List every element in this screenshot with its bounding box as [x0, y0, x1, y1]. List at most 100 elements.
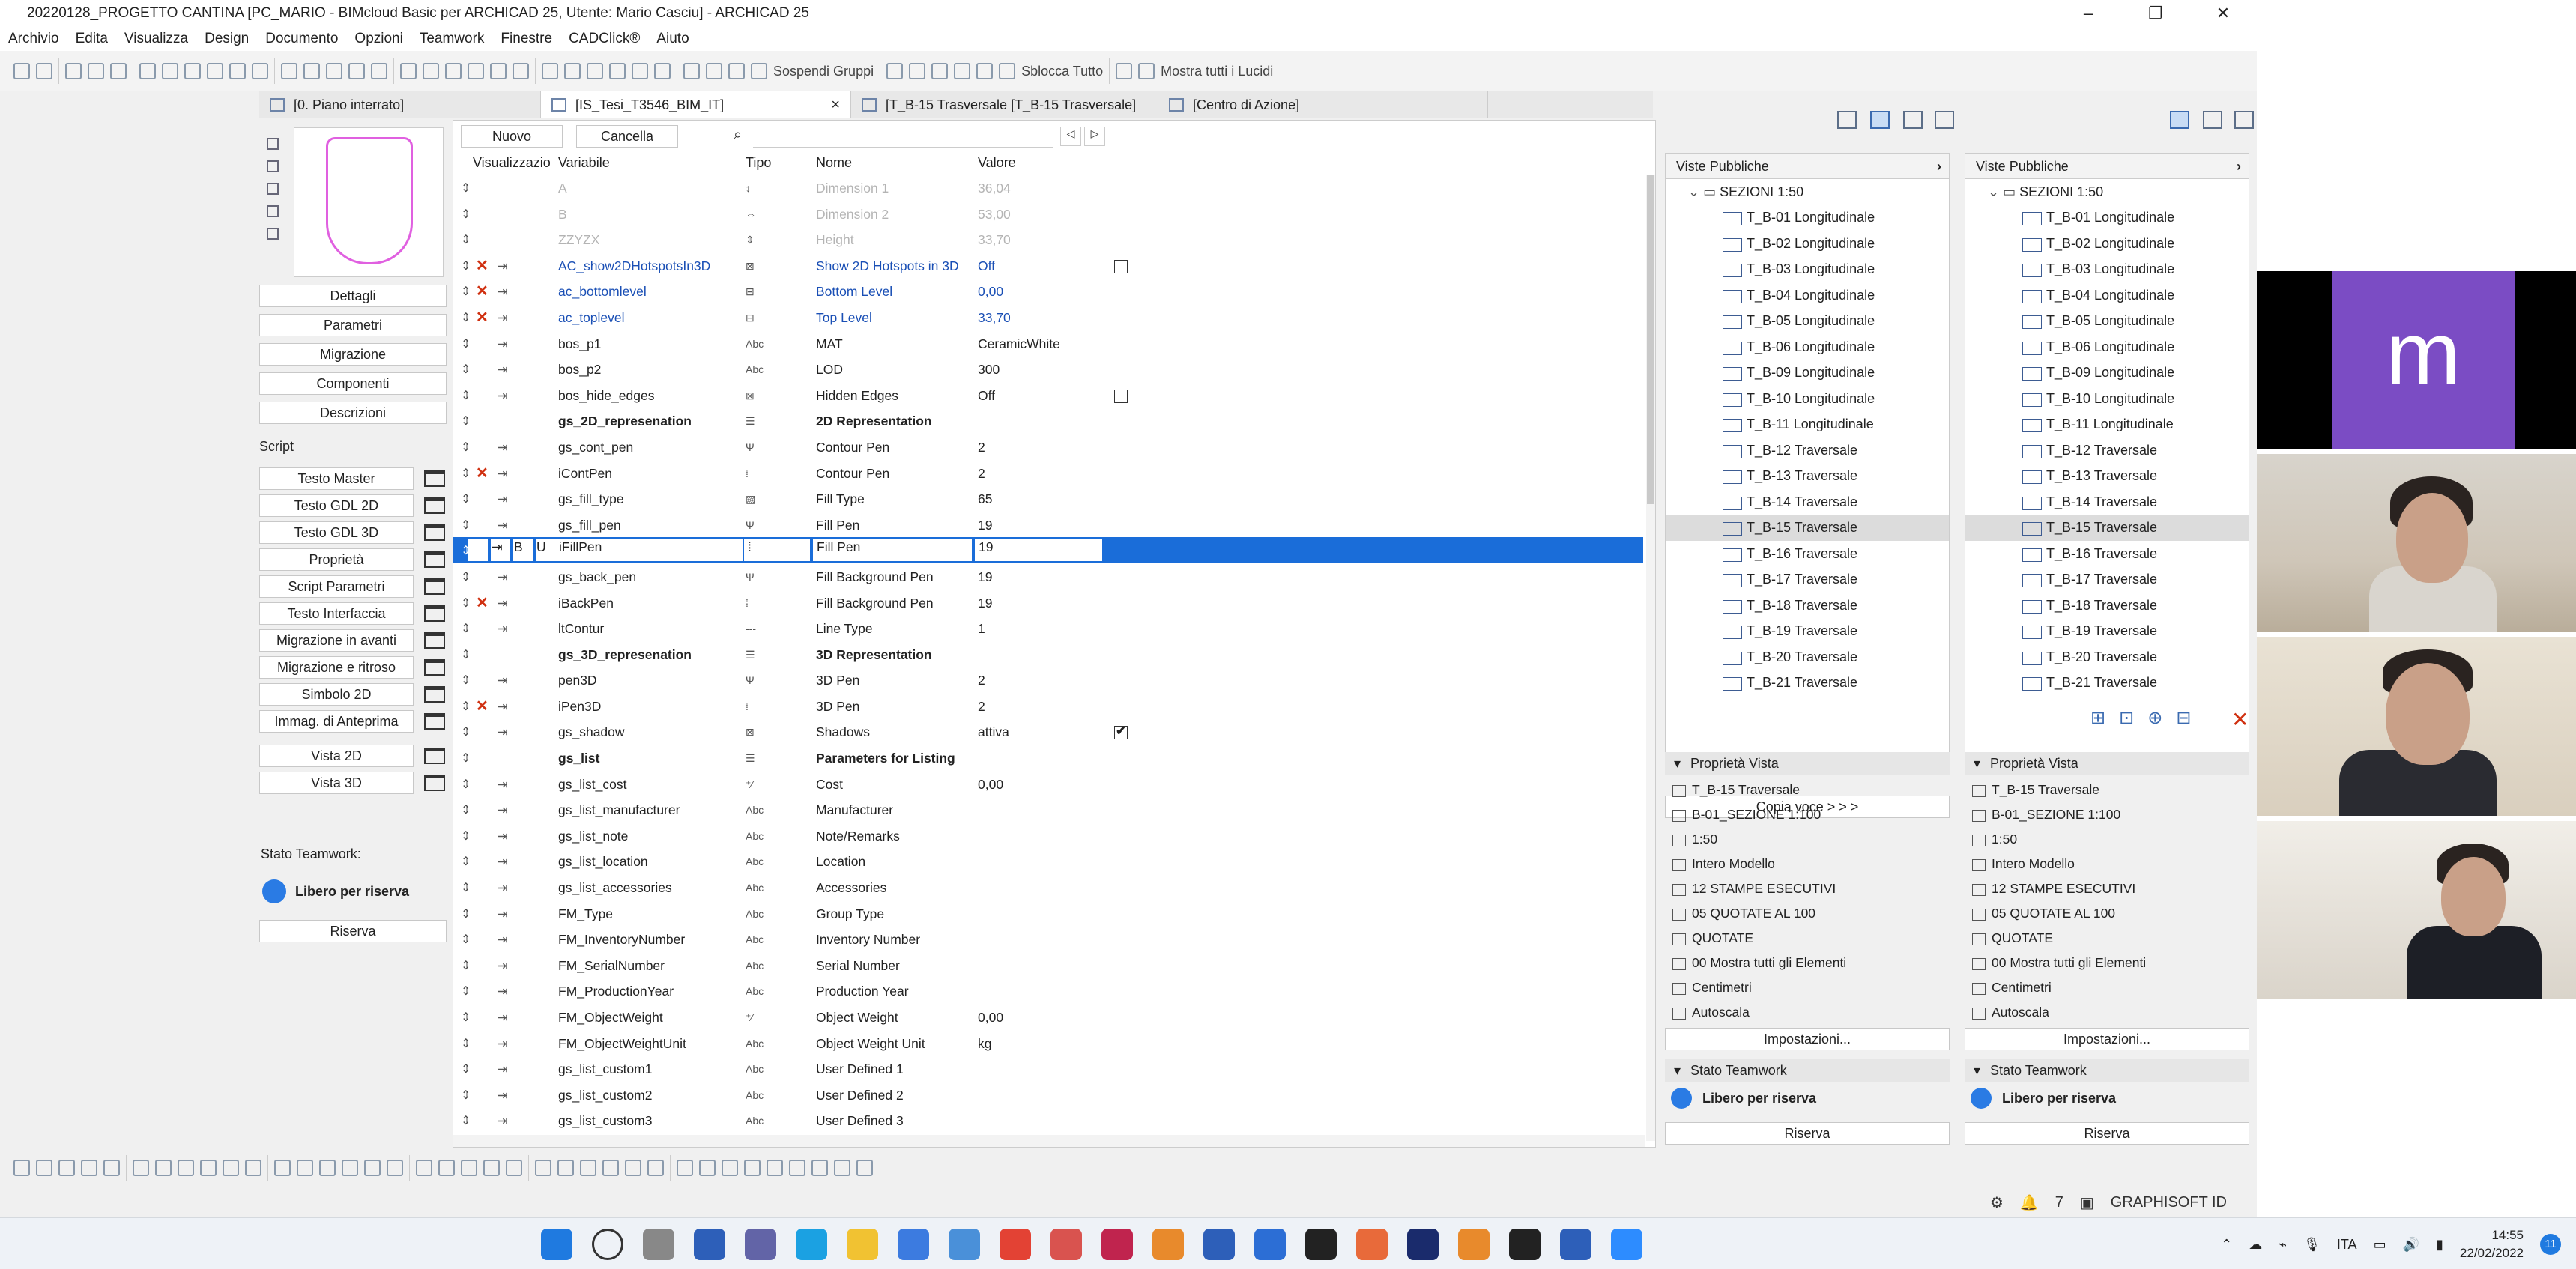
adjust-icon[interactable] — [387, 1160, 403, 1176]
view-item[interactable]: T_B-18 Traversale — [1666, 593, 1949, 619]
type-icon[interactable]: Abc — [746, 1038, 764, 1050]
view-item[interactable]: T_B-20 Traversale — [1965, 644, 2249, 670]
tab-gdl-object[interactable]: [IS_Tesi_T3546_BIM_IT] × — [541, 91, 851, 118]
view-item[interactable]: T_B-05 Longitudinale — [1666, 308, 1949, 334]
arrange-up-icon[interactable] — [909, 63, 926, 79]
parameter-name[interactable]: Show 2D Hotspots in 3D — [816, 258, 959, 274]
variable-name[interactable]: gs_list_note — [558, 829, 628, 844]
parameter-row[interactable]: ⇕ ⇥ bos_hide_edges ⊠ Hidden Edges Off — [453, 382, 1643, 408]
visibility-toggle-icon[interactable]: ⇥ — [497, 1036, 508, 1052]
parameter-row[interactable]: ⇕ ✕ ⇥ AC_show2DHotspotsIn3D ⊠ Show 2D Hotspot… — [453, 252, 1643, 279]
delete-x-icon[interactable]: ✕ — [476, 464, 489, 482]
parameter-row[interactable]: ⇕ ⇥ gs_list_location Abc Location — [453, 848, 1643, 874]
view-item[interactable]: T_B-13 Traversale — [1965, 463, 2249, 489]
parameter-row[interactable]: ⇕ ⇥ bos_p1 Abc MAT CeramicWhite — [453, 330, 1643, 357]
navigator-header[interactable]: Viste Pubbliche — [1666, 154, 1949, 179]
drag-handle-icon[interactable]: ⇕ — [461, 984, 471, 999]
publish-icon[interactable] — [609, 63, 626, 79]
publisher-icon[interactable] — [2234, 111, 2254, 129]
marquee-icon[interactable] — [88, 63, 104, 79]
resize-icon[interactable] — [483, 1160, 500, 1176]
parameters-button[interactable]: Parametri — [259, 314, 447, 336]
variable-name[interactable]: gs_list_location — [558, 854, 648, 870]
layout-book-icon[interactable] — [2203, 111, 2222, 129]
parameter-name[interactable]: Serial Number — [816, 958, 900, 974]
parameter-value[interactable]: 36,04 — [978, 181, 1011, 196]
value-input[interactable]: 19 — [975, 539, 1102, 562]
magic-wand-icon[interactable] — [58, 1160, 75, 1176]
horizontal-scrollbar[interactable] — [453, 1135, 1645, 1147]
variable-name[interactable]: gs_list_custom3 — [558, 1113, 652, 1129]
parameter-name[interactable]: 3D Representation — [816, 647, 932, 663]
arrange-down-icon[interactable] — [931, 63, 949, 79]
view-item[interactable]: T_B-17 Traversale — [1965, 566, 2249, 593]
move-icon[interactable] — [416, 1160, 432, 1176]
drag-handle-icon[interactable]: ⇕ — [461, 491, 471, 506]
type-icon[interactable]: ⁞ — [746, 700, 749, 712]
parameter-value[interactable]: 53,00 — [978, 207, 1011, 222]
visibility-toggle-icon[interactable]: ⇥ — [497, 491, 508, 507]
drag-handle-icon[interactable]: ⇕ — [461, 829, 471, 844]
menu-teamwork[interactable]: Teamwork — [411, 31, 493, 47]
view-item[interactable]: T_B-13 Traversale — [1666, 463, 1949, 489]
outlook-icon[interactable] — [1254, 1229, 1286, 1260]
parameter-row[interactable]: ⇕ ⇥ gs_list_cost ⁺⁄ Cost 0,00 — [453, 771, 1643, 797]
type-icon[interactable]: ⇕ — [746, 234, 755, 246]
visibility-toggle-icon[interactable]: ⇥ — [497, 854, 508, 870]
show-all-layers-button[interactable]: Mostra tutti i Lucidi — [1161, 64, 1273, 79]
parameter-name[interactable]: LOD — [816, 362, 843, 378]
mesh-icon[interactable] — [767, 1160, 783, 1176]
parameter-name[interactable]: Accessories — [816, 880, 886, 896]
view-item[interactable]: T_B-03 Longitudinale — [1965, 256, 2249, 282]
trim-icon[interactable] — [297, 1160, 313, 1176]
menu-finestre[interactable]: Finestre — [492, 31, 560, 47]
indesign-icon[interactable] — [1101, 1229, 1133, 1260]
drag-handle-icon[interactable]: ⇕ — [461, 1061, 471, 1076]
parameter-name[interactable]: Bottom Level — [816, 284, 892, 300]
parameter-row[interactable]: ⇕ ZZYZX ⇕ Height 33,70 — [453, 226, 1643, 252]
type-icon[interactable]: Abc — [746, 338, 764, 350]
trace-icon[interactable] — [229, 63, 246, 79]
view-item[interactable]: T_B-12 Traversale — [1666, 437, 1949, 464]
view-item[interactable]: T_B-01 Longitudinale — [1965, 205, 2249, 231]
chrome-icon[interactable] — [1000, 1229, 1031, 1260]
parameter-row[interactable]: ⇕ ⇥ FM_Type Abc Group Type — [453, 900, 1643, 927]
variable-name[interactable]: iBackPen — [558, 596, 614, 611]
view-3d-button[interactable]: Vista 3D — [259, 772, 414, 794]
variable-name[interactable]: bos_p1 — [558, 336, 601, 352]
view-item[interactable]: T_B-14 Traversale — [1666, 489, 1949, 515]
flag-unique[interactable]: U — [536, 539, 555, 562]
frame-icon[interactable] — [267, 160, 279, 172]
type-icon[interactable]: ⁞ — [746, 467, 749, 479]
type-icon[interactable]: ⇔ — [746, 208, 756, 220]
variable-name[interactable]: AC_show2DHotspotsIn3D — [558, 258, 710, 274]
teamwork-status-title[interactable]: Stato Teamwork — [1665, 1059, 1950, 1082]
type-icon[interactable]: --- — [746, 623, 756, 634]
descriptions-button[interactable]: Descrizioni — [259, 402, 447, 424]
open-editor-icon[interactable] — [424, 686, 445, 703]
visibility-toggle-icon[interactable]: ⇥ — [497, 258, 508, 274]
drag-handle-icon[interactable]: ⇕ — [461, 724, 471, 739]
type-icon[interactable]: Abc — [746, 1089, 764, 1101]
project-map-icon[interactable] — [1837, 111, 1857, 129]
visibility-toggle-icon[interactable]: ⇥ — [497, 466, 508, 482]
type-icon[interactable]: Abc — [746, 830, 764, 842]
visibility-toggle-icon[interactable]: ⇥ — [497, 388, 508, 404]
variable-name[interactable]: FM_ObjectWeightUnit — [558, 1036, 686, 1052]
variable-name[interactable]: bos_p2 — [558, 362, 601, 378]
script-2d-button[interactable]: Testo GDL 2D — [259, 494, 414, 517]
sun-icon[interactable] — [371, 63, 387, 79]
parameter-value[interactable]: 33,70 — [978, 310, 1011, 326]
eyedropper-icon[interactable] — [110, 63, 127, 79]
explode-icon[interactable] — [506, 1160, 522, 1176]
open-editor-icon[interactable] — [424, 632, 445, 649]
powerpoint-icon[interactable] — [1152, 1229, 1184, 1260]
show-layers-icon[interactable] — [1138, 63, 1155, 79]
type-icon[interactable]: ⁞ — [746, 597, 749, 609]
parameter-row[interactable]: ⇕ ⇥ gs_fill_type ▨ Fill Type 65 — [453, 485, 1643, 512]
roof-icon[interactable] — [722, 1160, 738, 1176]
column-variable[interactable]: Variabile — [558, 155, 610, 171]
type-icon[interactable]: ↕ — [746, 182, 751, 194]
drag-handle-icon[interactable]: ⇕ — [461, 440, 471, 455]
script-properties-button[interactable]: Proprietà — [259, 548, 414, 571]
